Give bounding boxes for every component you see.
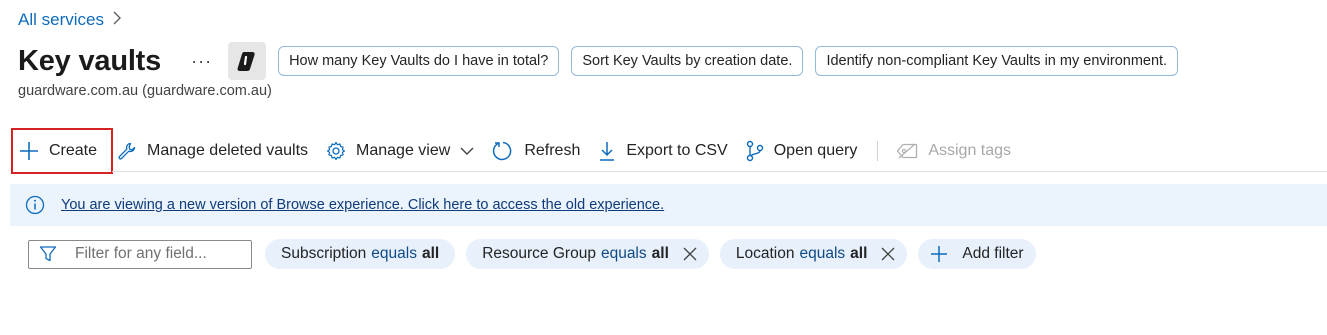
- export-csv-button[interactable]: Export to CSV: [598, 128, 728, 173]
- filter-bar: Filter for any field... Subscription equ…: [28, 239, 1047, 269]
- filter-pill-subscription[interactable]: Subscription equals all: [265, 239, 456, 269]
- filter-value: all: [850, 245, 868, 262]
- filter-operator: equals: [600, 245, 647, 262]
- assign-tags-button[interactable]: Assign tags: [896, 128, 1011, 173]
- create-label: Create: [49, 141, 98, 159]
- copilot-button[interactable]: [228, 42, 267, 80]
- filter-pill-location[interactable]: Location equals all: [719, 239, 908, 269]
- filter-field: Subscription: [281, 245, 367, 262]
- funnel-icon: [39, 246, 57, 262]
- breadcrumb: All services: [18, 10, 122, 30]
- info-banner: You are viewing a new version of Browse …: [10, 184, 1327, 226]
- manage-view-label: Manage view: [356, 141, 451, 159]
- gear-icon: [326, 141, 346, 160]
- title-row: Key vaults ··· How many Key Vaults do I …: [18, 42, 1179, 80]
- filter-pill-resource-group[interactable]: Resource Group equals all: [466, 239, 709, 269]
- page-subtitle: guardware.com.au (guardware.com.au): [18, 83, 272, 99]
- refresh-label: Refresh: [524, 141, 581, 159]
- refresh-button[interactable]: Refresh: [492, 128, 580, 173]
- open-query-button[interactable]: Open query: [746, 128, 858, 173]
- filter-value: all: [651, 245, 669, 262]
- branch-icon: [746, 140, 763, 161]
- prompt-chip-sort[interactable]: Sort Key Vaults by creation date.: [571, 46, 804, 76]
- download-icon: [600, 141, 615, 161]
- toolbar-divider-line: [112, 171, 1327, 172]
- filter-value: all: [421, 245, 440, 262]
- manage-deleted-label: Manage deleted vaults: [147, 141, 309, 159]
- filter-operator: equals: [799, 245, 846, 262]
- assign-tags-label: Assign tags: [928, 141, 1012, 159]
- chevron-down-icon: [460, 147, 474, 155]
- add-filter-button[interactable]: Add filter: [918, 239, 1036, 269]
- page-title: Key vaults: [18, 44, 162, 77]
- filter-search-input[interactable]: Filter for any field...: [28, 239, 252, 269]
- plus-icon: [931, 246, 948, 262]
- export-csv-label: Export to CSV: [626, 141, 728, 159]
- more-options-button[interactable]: ···: [191, 51, 212, 72]
- close-icon[interactable]: [683, 247, 697, 261]
- command-bar: Create Manage deleted vaults Manage view…: [11, 127, 1029, 174]
- wrench-icon: [118, 142, 136, 160]
- breadcrumb-all-services[interactable]: All services: [18, 10, 104, 30]
- close-icon[interactable]: [881, 247, 895, 261]
- chevron-right-icon: [112, 11, 122, 30]
- toolbar-divider: [877, 140, 879, 161]
- open-query-label: Open query: [773, 141, 858, 159]
- filter-field: Resource Group: [482, 245, 596, 262]
- refresh-icon: [493, 141, 512, 160]
- info-icon: [25, 195, 45, 215]
- plus-icon: [20, 141, 38, 160]
- tag-icon: [897, 143, 918, 158]
- filter-field: Location: [735, 245, 795, 262]
- prompt-chip-noncompliant[interactable]: Identify non-compliant Key Vaults in my …: [815, 46, 1179, 76]
- manage-view-button[interactable]: Manage view: [326, 128, 474, 173]
- copilot-icon: [237, 52, 255, 71]
- prompt-chip-total[interactable]: How many Key Vaults do I have in total?: [278, 46, 560, 76]
- filter-operator: equals: [371, 245, 417, 262]
- add-filter-label: Add filter: [962, 245, 1024, 262]
- filter-placeholder: Filter for any field...: [75, 245, 207, 262]
- old-experience-link[interactable]: You are viewing a new version of Browse …: [61, 197, 664, 213]
- create-button[interactable]: Create: [11, 127, 114, 174]
- manage-deleted-vaults-button[interactable]: Manage deleted vaults: [117, 128, 308, 173]
